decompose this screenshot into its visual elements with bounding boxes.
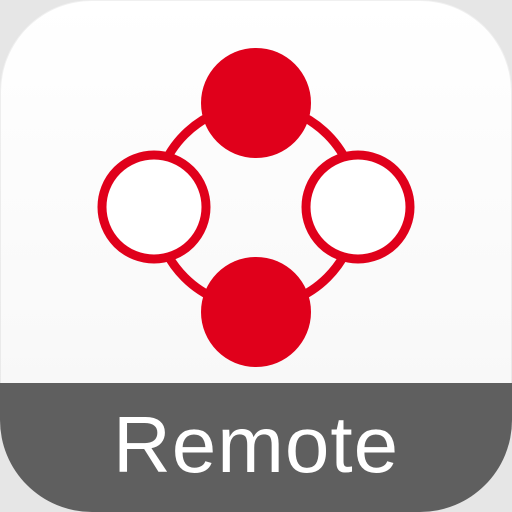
left-button-icon [97,150,211,264]
bottom-button-icon [201,257,311,367]
label-bar: Remote [0,383,512,512]
top-button-icon [201,48,311,158]
right-button-icon [301,150,415,264]
remote-app-icon[interactable]: Remote [0,0,512,512]
app-label: Remote [112,399,400,489]
